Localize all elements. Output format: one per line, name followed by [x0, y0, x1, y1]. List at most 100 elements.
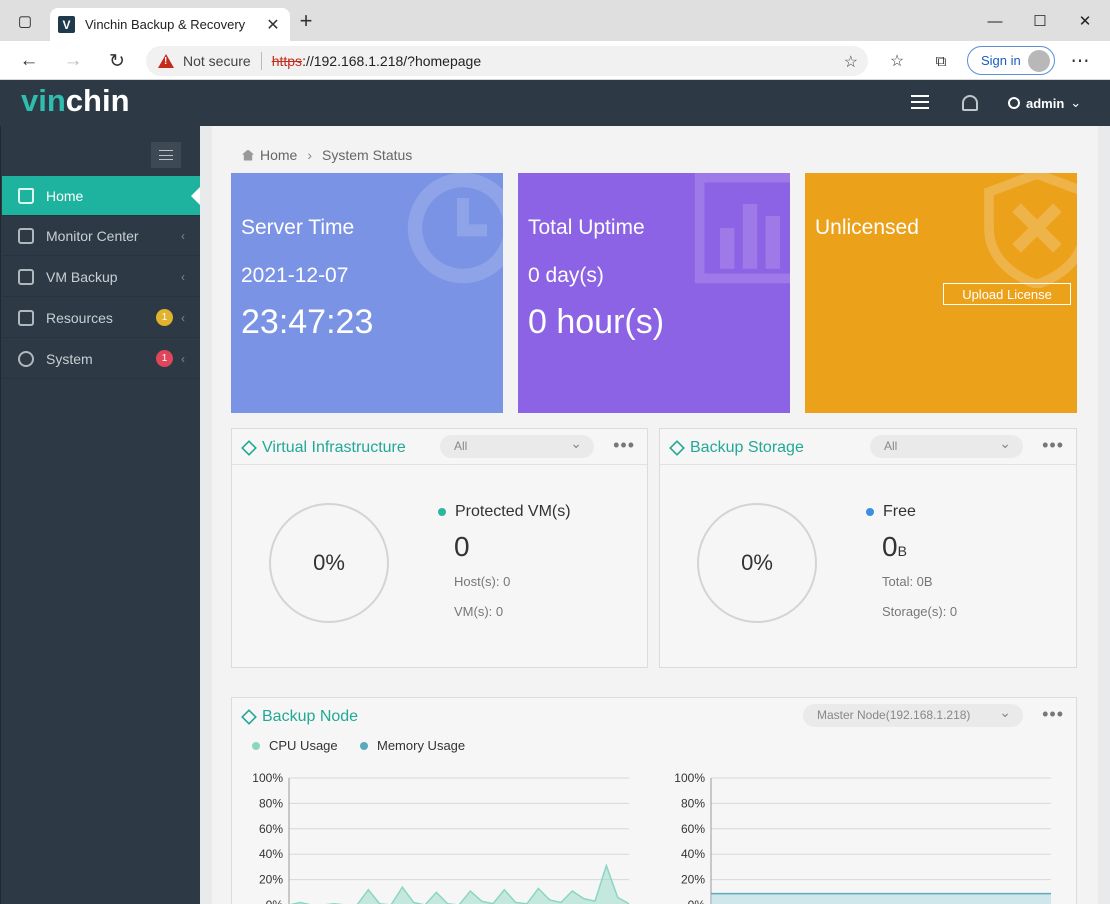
storage-donut: 0%	[697, 503, 817, 623]
bell-icon[interactable]	[962, 95, 978, 111]
server-time-card: Server Time 2021-12-07 23:47:23	[231, 173, 503, 413]
y-tick-label: 80%	[259, 796, 283, 810]
vms-count: VM(s): 0	[454, 604, 504, 619]
free-value: 0B	[882, 531, 907, 562]
chevron-left-icon: ‹	[181, 269, 185, 284]
favorites-icon[interactable]: ☆	[884, 48, 910, 74]
vi-filter-select[interactable]: All	[440, 435, 594, 458]
address-bar[interactable]: Not secure https://192.168.1.218/?homepa…	[146, 46, 868, 76]
menu-icon[interactable]	[911, 95, 929, 109]
chevron-left-icon: ‹	[181, 228, 185, 243]
upload-license-button[interactable]: Upload License	[943, 283, 1071, 305]
license-title: Unlicensed	[815, 216, 919, 239]
add-favorite-icon[interactable]: ☆	[844, 52, 858, 72]
legend-dot	[866, 508, 874, 516]
resources-badge: 1	[156, 309, 173, 326]
panel-title: Backup Storage	[669, 439, 804, 457]
legend-memory[interactable]: Memory Usage	[360, 738, 465, 753]
url-separator	[260, 52, 262, 70]
refresh-icon[interactable]: ↻	[104, 48, 130, 74]
panel-header: Virtual Infrastructure All •••	[232, 429, 647, 465]
back-icon[interactable]: ←	[16, 48, 42, 74]
panel-title: Virtual Infrastructure	[241, 439, 406, 457]
avatar-icon	[1028, 50, 1050, 72]
content-panel: Home › System Status Server Time 2021-12…	[212, 126, 1098, 904]
license-card: Unlicensed Upload License	[805, 173, 1077, 413]
storage-icon	[669, 440, 685, 456]
backup-storage-panel: Backup Storage All ••• 0% Free 0B Total:…	[659, 428, 1077, 668]
new-tab-icon[interactable]: +	[294, 10, 318, 34]
server-time-title: Server Time	[241, 216, 355, 239]
storage-count: Storage(s): 0	[882, 604, 958, 619]
breadcrumb-separator: ›	[307, 147, 313, 163]
sign-in-button[interactable]: Sign in	[967, 46, 1055, 75]
system-badge: 1	[156, 350, 173, 367]
total-uptime-card: Total Uptime 0 day(s) 0 hour(s)	[518, 173, 790, 413]
minimize-icon[interactable]: —	[981, 8, 1009, 34]
breadcrumb-home[interactable]: Home	[260, 147, 297, 163]
url-protocol: https	[271, 53, 303, 69]
series-area	[293, 865, 629, 904]
tab-actions-icon[interactable]: ▢	[11, 8, 39, 34]
chevron-left-icon: ‹	[181, 351, 185, 366]
gear-icon	[18, 350, 34, 367]
home-icon	[242, 149, 254, 161]
legend-dot	[438, 508, 446, 516]
more-options-icon[interactable]: ⋯	[1067, 48, 1093, 74]
sidebar-item-system[interactable]: System 1 ‹	[2, 339, 201, 379]
network-icon	[241, 709, 257, 725]
panel-title: Backup Node	[241, 708, 358, 726]
protected-vm-count: 0	[454, 531, 470, 562]
more-icon[interactable]: •••	[613, 435, 635, 456]
maximize-icon[interactable]: ☐	[1026, 8, 1054, 34]
sidebar-item-monitor-center[interactable]: Monitor Center ‹	[2, 216, 201, 256]
sidebar-item-vm-backup[interactable]: VM Backup ‹	[2, 257, 201, 297]
uptime-hours: 0 hour(s)	[528, 303, 665, 341]
total-storage: Total: 0B	[882, 574, 933, 589]
sign-in-label: Sign in	[981, 53, 1021, 68]
cpu-usage-chart: 0% 20% 40% 60% 80% 100%	[252, 771, 630, 904]
sidebar-toggle-icon[interactable]	[151, 142, 181, 168]
cube-icon	[241, 440, 257, 456]
chevron-down-icon: ⌄	[1070, 95, 1082, 110]
y-tick-label: 40%	[259, 847, 283, 861]
storage-filter-select[interactable]: All	[870, 435, 1023, 458]
collections-icon[interactable]: ⧉	[928, 48, 954, 74]
y-tick-label: 0%	[266, 898, 284, 904]
browser-titlebar: ▢ V Vinchin Backup & Recovery ✕ + — ☐ ✕	[0, 0, 1110, 41]
y-tick-label: 100%	[252, 771, 283, 785]
uptime-days: 0 day(s)	[528, 264, 604, 287]
legend-cpu[interactable]: CPU Usage	[252, 738, 338, 753]
sidebar-item-resources[interactable]: Resources 1 ‹	[2, 298, 201, 338]
legend-dot	[252, 741, 260, 750]
y-tick-label: 100%	[674, 771, 705, 785]
memory-usage-chart: 0% 20% 40% 60% 80% 100%	[674, 771, 1051, 904]
main-area: Home › System Status Server Time 2021-12…	[200, 126, 1110, 904]
node-select[interactable]: Master Node(192.168.1.218)	[803, 704, 1023, 727]
sidebar-item-home[interactable]: Home	[2, 176, 201, 216]
username: admin	[1026, 95, 1065, 111]
vinchin-logo[interactable]: vinchin	[21, 83, 130, 119]
y-tick-label: 60%	[259, 822, 283, 836]
monitor-icon	[18, 227, 34, 244]
backup-node-panel: Backup Node Master Node(192.168.1.218) •…	[231, 697, 1077, 904]
forward-icon[interactable]: →	[60, 48, 86, 74]
protected-vm-donut: 0%	[269, 503, 389, 623]
user-icon	[1008, 97, 1020, 109]
virtual-infrastructure-panel: Virtual Infrastructure All ••• 0% Protec…	[231, 428, 648, 668]
y-tick-label: 20%	[681, 873, 705, 887]
free-label: Free	[866, 503, 916, 521]
desktop-icon	[18, 268, 34, 285]
more-icon[interactable]: •••	[1042, 435, 1064, 456]
sidebar-item-label: VM Backup	[46, 268, 118, 285]
browser-tab[interactable]: V Vinchin Backup & Recovery ✕	[50, 8, 290, 41]
close-tab-icon[interactable]: ✕	[264, 15, 282, 35]
user-menu[interactable]: admin ⌄	[1008, 95, 1081, 111]
server-date: 2021-12-07	[241, 264, 349, 287]
protected-vm-label: Protected VM(s)	[438, 503, 571, 521]
series-area	[711, 893, 1051, 904]
more-icon[interactable]: •••	[1042, 704, 1064, 725]
not-secure-label: Not secure	[183, 53, 251, 69]
vinchin-favicon-icon: V	[58, 16, 75, 33]
close-window-icon[interactable]: ✕	[1071, 8, 1099, 34]
